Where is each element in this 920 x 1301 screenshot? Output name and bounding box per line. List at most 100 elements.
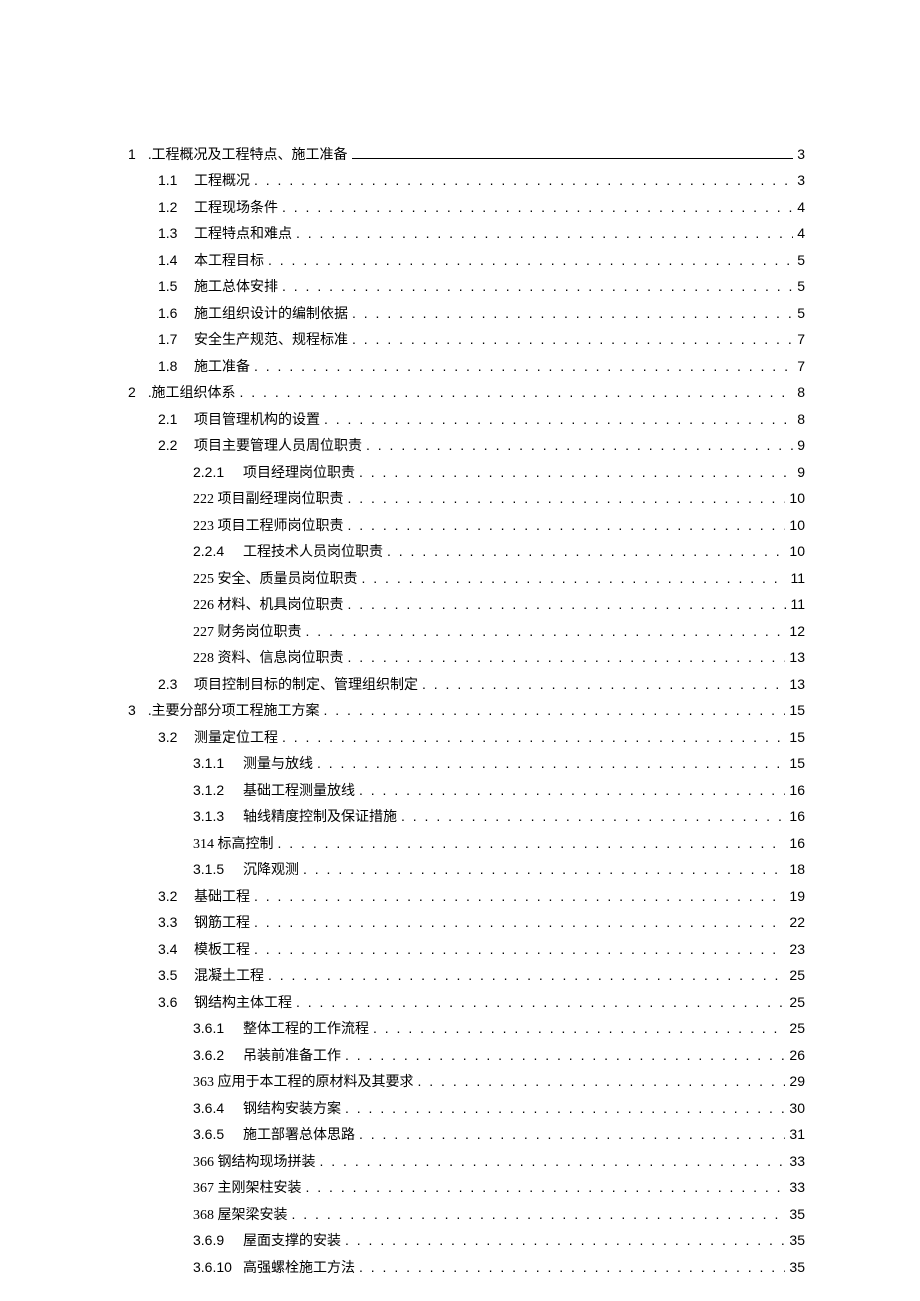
toc-entry-number: 3.6 (158, 995, 188, 1009)
toc-entry-number: 3.3 (158, 915, 188, 929)
toc-entry-number: 1.5 (158, 279, 188, 293)
toc-entry-number: 3.6.9 (193, 1233, 237, 1247)
toc-entry-title: 项目经理岗位职责 (243, 467, 355, 481)
toc-entry-number: 1.1 (158, 173, 188, 187)
toc-entry[interactable]: 3.1.1测量与放线. . . . . . . . . . . . . . . … (128, 756, 805, 772)
toc-entry[interactable]: 367 主刚架柱安装. . . . . . . . . . . . . . . … (128, 1180, 805, 1196)
toc-entry[interactable]: 2.3项目控制目标的制定、管理组织制定. . . . . . . . . . .… (128, 677, 805, 693)
toc-entry-title: .工程概况及工程特点、施工准备 (148, 149, 348, 163)
toc-entry-title: 轴线精度控制及保证措施 (243, 811, 397, 825)
toc-entry-title: 228 资料、信息岗位职责 (193, 652, 344, 666)
toc-leader: . . . . . . . . . . . . . . . . . . . . … (303, 862, 785, 876)
toc-entry-page: 29 (789, 1074, 805, 1088)
toc-entry[interactable]: 227 财务岗位职责. . . . . . . . . . . . . . . … (128, 624, 805, 640)
toc-entry-title: 工程特点和难点 (194, 228, 292, 242)
toc-entry[interactable]: 1.3工程特点和难点. . . . . . . . . . . . . . . … (128, 226, 805, 242)
toc-leader: . . . . . . . . . . . . . . . . . . . . … (345, 1233, 785, 1247)
toc-entry-title: 368 屋架梁安装 (193, 1209, 288, 1223)
toc-entry-title: 项目控制目标的制定、管理组织制定 (194, 679, 418, 693)
toc-entry[interactable]: 2.2项目主要管理人员周位职责. . . . . . . . . . . . .… (128, 438, 805, 454)
toc-entry-number: 3.2 (158, 889, 188, 903)
toc-entry[interactable]: 3.2测量定位工程. . . . . . . . . . . . . . . .… (128, 730, 805, 746)
toc-entry-number: 3.1.2 (193, 783, 237, 797)
toc-entry[interactable]: 228 资料、信息岗位职责. . . . . . . . . . . . . .… (128, 650, 805, 666)
toc-leader: . . . . . . . . . . . . . . . . . . . . … (348, 597, 787, 611)
toc-leader: . . . . . . . . . . . . . . . . . . . . … (401, 809, 785, 823)
toc-entry[interactable]: 1.工程概况及工程特点、施工准备3 (128, 145, 805, 163)
toc-entry[interactable]: 1.5施工总体安排. . . . . . . . . . . . . . . .… (128, 279, 805, 295)
toc-entry-title: 基础工程 (194, 891, 250, 905)
toc-entry[interactable]: 1.7安全生产规范、规程标准. . . . . . . . . . . . . … (128, 332, 805, 348)
toc-entry[interactable]: 3.6.1 整体工程的工作流程 . . . . . . . . . . . . . … (128, 1021, 805, 1037)
toc-entry[interactable]: 2.2.1项目经理岗位职责. . . . . . . . . . . . . .… (128, 465, 805, 481)
toc-entry-number: 3.6.1 (193, 1021, 237, 1035)
toc-entry-page: 5 (797, 253, 805, 267)
toc-entry[interactable]: 1.6施工组织设计的编制依据. . . . . . . . . . . . . … (128, 306, 805, 322)
toc-entry-title: 混凝土工程 (194, 970, 264, 984)
toc-entry-number: 3.6.10 (193, 1260, 237, 1274)
toc-entry-title: 高强螺栓施工方法 (243, 1262, 355, 1276)
toc-entry-number: 3.1.3 (193, 809, 237, 823)
toc-entry[interactable]: 3.主要分部分项工程施工方案. . . . . . . . . . . . . … (128, 703, 805, 719)
toc-entry-number: 3.4 (158, 942, 188, 956)
toc-entry-title: 222 项目副经理岗位职责 (193, 493, 344, 507)
toc-entry-title: 整体工程的工作流程 (243, 1023, 369, 1037)
toc-entry-page: 16 (789, 836, 805, 850)
toc-entry-title: 工程现场条件 (194, 202, 278, 216)
toc-entry[interactable]: 222 项目副经理岗位职责. . . . . . . . . . . . . .… (128, 491, 805, 507)
toc-entry[interactable]: 3.6.5施工部署总体思路. . . . . . . . . . . . . .… (128, 1127, 805, 1143)
toc-entry[interactable]: 1.1工程概况. . . . . . . . . . . . . . . . .… (128, 173, 805, 189)
toc-entry-title: 钢结构安装方案 (243, 1103, 341, 1117)
toc-leader: . . . . . . . . . . . . . . . . . . . . … (240, 385, 794, 399)
toc-entry[interactable]: 3.1.3 轴线精度控制及保证措施 . . . . . . . . . . . . … (128, 809, 805, 825)
toc-entry-page: 10 (789, 491, 805, 505)
toc-entry-page: 7 (797, 359, 805, 373)
toc-entry-page: 11 (790, 597, 805, 611)
toc-entry[interactable]: 3.2 基础工程 . . . . . . . . . . . . . . . . .… (128, 889, 805, 905)
toc-leader: . . . . . . . . . . . . . . . . . . . . … (282, 279, 793, 293)
toc-entry[interactable]: 3.6钢结构主体工程. . . . . . . . . . . . . . . … (128, 995, 805, 1011)
toc-entry-number: 3.2 (158, 730, 188, 744)
toc-entry-title: 314 标高控制 (193, 838, 274, 852)
toc-entry[interactable]: 366 钢结构现场拼装. . . . . . . . . . . . . . .… (128, 1154, 805, 1170)
toc-entry[interactable]: 368 屋架梁安装. . . . . . . . . . . . . . . .… (128, 1207, 805, 1223)
toc-entry-page: 35 (789, 1207, 805, 1221)
toc-entry[interactable]: 225 安全、质量员岗位职责. . . . . . . . . . . . . … (128, 571, 805, 587)
toc-entry[interactable]: 3.6.2吊装前准备工作. . . . . . . . . . . . . . … (128, 1048, 805, 1064)
toc-entry[interactable]: 3.6.9屋面支撑的安装. . . . . . . . . . . . . . … (128, 1233, 805, 1249)
toc-entry-page: 16 (789, 783, 805, 797)
toc-entry[interactable]: 1.8施工准备. . . . . . . . . . . . . . . . .… (128, 359, 805, 375)
toc-leader: . . . . . . . . . . . . . . . . . . . . … (268, 253, 793, 267)
toc-entry[interactable]: 3.1.2基础工程测量放线. . . . . . . . . . . . . .… (128, 783, 805, 799)
toc-entry[interactable]: 2.2.4工程技术人员岗位职责. . . . . . . . . . . . .… (128, 544, 805, 560)
toc-leader: . . . . . . . . . . . . . . . . . . . . … (359, 465, 793, 479)
toc-entry-page: 23 (789, 942, 805, 956)
toc-leader: . . . . . . . . . . . . . . . . . . . . … (345, 1048, 785, 1062)
toc-entry[interactable]: 3.6.4钢结构安装方案. . . . . . . . . . . . . . … (128, 1101, 805, 1117)
toc-entry[interactable]: 2.1项目管理机构的设置. . . . . . . . . . . . . . … (128, 412, 805, 428)
toc-entry[interactable]: 363 应用于本工程的原材料及其要求. . . . . . . . . . . … (128, 1074, 805, 1090)
toc-entry[interactable]: 2.施工组织体系. . . . . . . . . . . . . . . . … (128, 385, 805, 401)
toc-entry[interactable]: 3.3钢筋工程. . . . . . . . . . . . . . . . .… (128, 915, 805, 931)
toc-entry-page: 19 (789, 889, 805, 903)
toc-entry[interactable]: 226 材料、机具岗位职责. . . . . . . . . . . . . .… (128, 597, 805, 613)
toc-entry[interactable]: 3.5混凝土工程. . . . . . . . . . . . . . . . … (128, 968, 805, 984)
toc-entry[interactable]: 3.6.10高强螺栓施工方法. . . . . . . . . . . . . … (128, 1260, 805, 1276)
toc-entry[interactable]: 1.4本工程目标. . . . . . . . . . . . . . . . … (128, 253, 805, 269)
toc-entry-number: 2 (128, 385, 142, 399)
toc-entry-page: 8 (797, 385, 805, 399)
toc-entry-title: 223 项目工程师岗位职责 (193, 520, 344, 534)
toc-entry[interactable]: 314 标高控制. . . . . . . . . . . . . . . . … (128, 836, 805, 852)
toc-leader: . . . . . . . . . . . . . . . . . . . . … (254, 359, 793, 373)
toc-entry[interactable]: 1.2工程现场条件. . . . . . . . . . . . . . . .… (128, 200, 805, 216)
toc-leader: . . . . . . . . . . . . . . . . . . . . … (254, 889, 785, 903)
toc-leader: . . . . . . . . . . . . . . . . . . . . … (320, 1154, 786, 1168)
toc-leader: . . . . . . . . . . . . . . . . . . . . … (387, 544, 785, 558)
toc-leader: . . . . . . . . . . . . . . . . . . . . … (373, 1021, 785, 1035)
toc-entry[interactable]: 3.4模板工程. . . . . . . . . . . . . . . . .… (128, 942, 805, 958)
toc-entry[interactable]: 223 项目工程师岗位职责. . . . . . . . . . . . . .… (128, 518, 805, 534)
toc-entry-number: 3.6.4 (193, 1101, 237, 1115)
toc-entry-title: 安全生产规范、规程标准 (194, 334, 348, 348)
toc-leader: . . . . . . . . . . . . . . . . . . . . … (254, 942, 785, 956)
toc-entry[interactable]: 3.1.5沉降观测. . . . . . . . . . . . . . . .… (128, 862, 805, 878)
